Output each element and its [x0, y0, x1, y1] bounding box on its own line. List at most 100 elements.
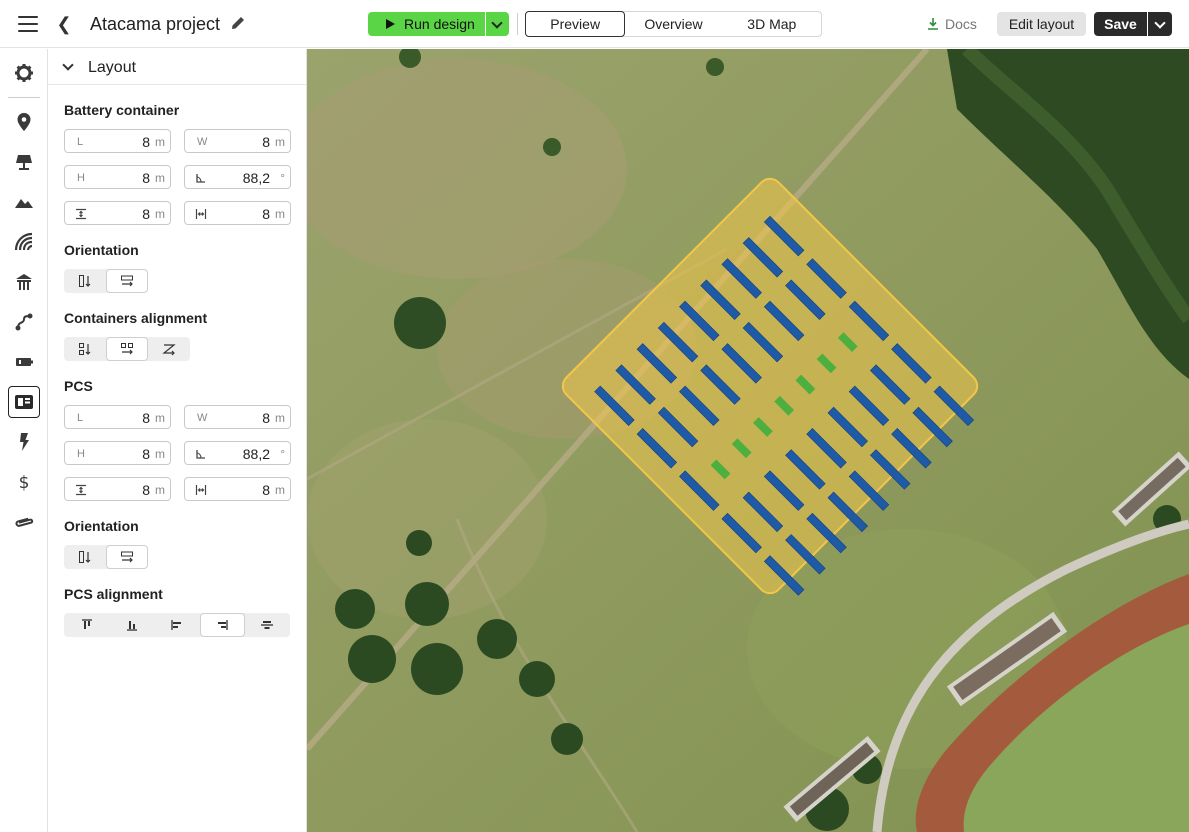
- align-center-icon: [261, 621, 274, 629]
- pcs-vertical-spacing-field[interactable]: 8 m: [64, 477, 171, 501]
- tab-3d-map[interactable]: 3D Map: [723, 12, 821, 36]
- edit-layout-button[interactable]: Edit layout: [997, 12, 1086, 36]
- horizontal-spacing-icon: [195, 485, 207, 495]
- align-top-icon: [81, 619, 92, 629]
- pcs-angle-field[interactable]: 88,2 °: [184, 441, 291, 465]
- battery-length-field[interactable]: L 8 m: [64, 129, 171, 153]
- pcs-horizontal-spacing-field[interactable]: 8 m: [184, 477, 291, 501]
- align-bottom-icon: [126, 621, 137, 631]
- lightning-icon[interactable]: [8, 426, 40, 458]
- top-bar: ❮ Atacama project Run design Preview Ove…: [0, 0, 1189, 48]
- pcs-width-field[interactable]: W 8 m: [184, 405, 291, 429]
- chevron-down-icon: [1154, 17, 1166, 29]
- divider: [517, 13, 518, 35]
- pcs-length-field[interactable]: L 8 m: [64, 405, 171, 429]
- view-tabs: Preview Overview 3D Map: [525, 11, 822, 37]
- pencil-icon[interactable]: [229, 14, 247, 32]
- satellite-map[interactable]: [307, 49, 1189, 832]
- back-icon[interactable]: ❮: [54, 12, 74, 36]
- pcs-alignment-toggle: [64, 613, 290, 637]
- tree: [406, 530, 432, 556]
- paperclip-icon[interactable]: [8, 506, 40, 538]
- terrain-icon[interactable]: [8, 186, 40, 218]
- layout-icon[interactable]: [8, 386, 40, 418]
- tab-preview[interactable]: Preview: [525, 11, 626, 37]
- align-left-button[interactable]: [154, 613, 199, 637]
- pcs-orientation-toggle: [64, 545, 148, 569]
- docs-label: Docs: [945, 16, 977, 32]
- angle-icon: [196, 174, 205, 183]
- location-pin-icon[interactable]: [8, 106, 40, 138]
- horizontal-spacing-icon: [195, 209, 207, 219]
- structure-icon[interactable]: [8, 266, 40, 298]
- tree: [405, 582, 449, 626]
- project-title: Atacama project: [90, 14, 221, 34]
- battery-angle-field[interactable]: 88,2 °: [184, 165, 291, 189]
- tree: [411, 643, 463, 695]
- horizontal-orientation-icon: [121, 275, 133, 287]
- orientation-horizontal-button[interactable]: [106, 269, 148, 293]
- tree: [394, 297, 446, 349]
- grid-vertical-icon: [79, 343, 91, 355]
- pcs-alignment-title: PCS alignment: [64, 586, 163, 602]
- align-center-button[interactable]: [245, 613, 290, 637]
- cable-route-icon[interactable]: [8, 306, 40, 338]
- align-left-icon: [171, 620, 181, 630]
- alignment-grid-horizontal-button[interactable]: [106, 337, 148, 361]
- vertical-orientation-icon: [79, 551, 91, 563]
- map-canvas[interactable]: [307, 49, 1189, 832]
- run-design-dropdown[interactable]: [486, 12, 509, 36]
- tree: [519, 661, 555, 697]
- layout-panel: Layout Battery container L 8 m W 8 m H 8…: [48, 49, 307, 832]
- zigzag-icon: [162, 344, 176, 356]
- battery-height-field[interactable]: H 8 m: [64, 165, 171, 189]
- tree: [551, 723, 583, 755]
- vertical-orientation-icon: [79, 275, 91, 287]
- orientation-vertical-button[interactable]: [64, 269, 106, 293]
- rail-divider: [8, 97, 40, 98]
- battery-horizontal-spacing-field[interactable]: 8 m: [184, 201, 291, 225]
- download-icon: [928, 18, 938, 30]
- icon-rail: $: [0, 49, 48, 832]
- layout-panel-header[interactable]: Layout: [48, 49, 307, 85]
- align-bottom-button[interactable]: [109, 613, 154, 637]
- gear-icon[interactable]: [8, 57, 40, 89]
- battery-container-title: Battery container: [64, 102, 180, 118]
- grid-horizontal-icon: [121, 343, 133, 355]
- horizontal-orientation-icon: [121, 551, 133, 563]
- svg-text:$: $: [19, 473, 30, 492]
- tree: [543, 138, 561, 156]
- docs-link[interactable]: Docs: [925, 12, 977, 36]
- tree: [335, 589, 375, 629]
- battery-orientation-toggle: [64, 269, 148, 293]
- align-top-button[interactable]: [64, 613, 109, 637]
- chevron-down-icon: [62, 59, 74, 71]
- tab-overview[interactable]: Overview: [624, 12, 722, 36]
- battery-vertical-spacing-field[interactable]: 8 m: [64, 201, 171, 225]
- vertical-spacing-icon: [76, 208, 86, 220]
- dollar-icon[interactable]: $: [8, 466, 40, 498]
- pcs-orientation-vertical-button[interactable]: [64, 545, 106, 569]
- pcs-height-field[interactable]: H 8 m: [64, 441, 171, 465]
- alignment-grid-vertical-button[interactable]: [64, 337, 106, 361]
- menu-icon[interactable]: [18, 16, 38, 32]
- solar-panel-icon[interactable]: [8, 146, 40, 178]
- align-right-button[interactable]: [199, 613, 245, 637]
- run-design-label: Run design: [404, 16, 475, 32]
- align-right-icon: [218, 620, 228, 630]
- battery-orientation-title: Orientation: [64, 242, 139, 258]
- pcs-orientation-horizontal-button[interactable]: [106, 545, 148, 569]
- pcs-title: PCS: [64, 378, 93, 394]
- tree: [477, 619, 517, 659]
- alignment-zigzag-button[interactable]: [148, 337, 190, 361]
- contour-layers-icon[interactable]: [8, 226, 40, 258]
- battery-icon[interactable]: [8, 346, 40, 378]
- battery-width-field[interactable]: W 8 m: [184, 129, 291, 153]
- containers-alignment-title: Containers alignment: [64, 310, 208, 326]
- chevron-down-icon: [491, 17, 503, 29]
- save-button[interactable]: Save: [1094, 12, 1147, 36]
- layout-title: Layout: [88, 59, 137, 76]
- run-design-button[interactable]: Run design: [368, 12, 485, 36]
- save-dropdown[interactable]: [1148, 12, 1172, 36]
- tree: [348, 635, 396, 683]
